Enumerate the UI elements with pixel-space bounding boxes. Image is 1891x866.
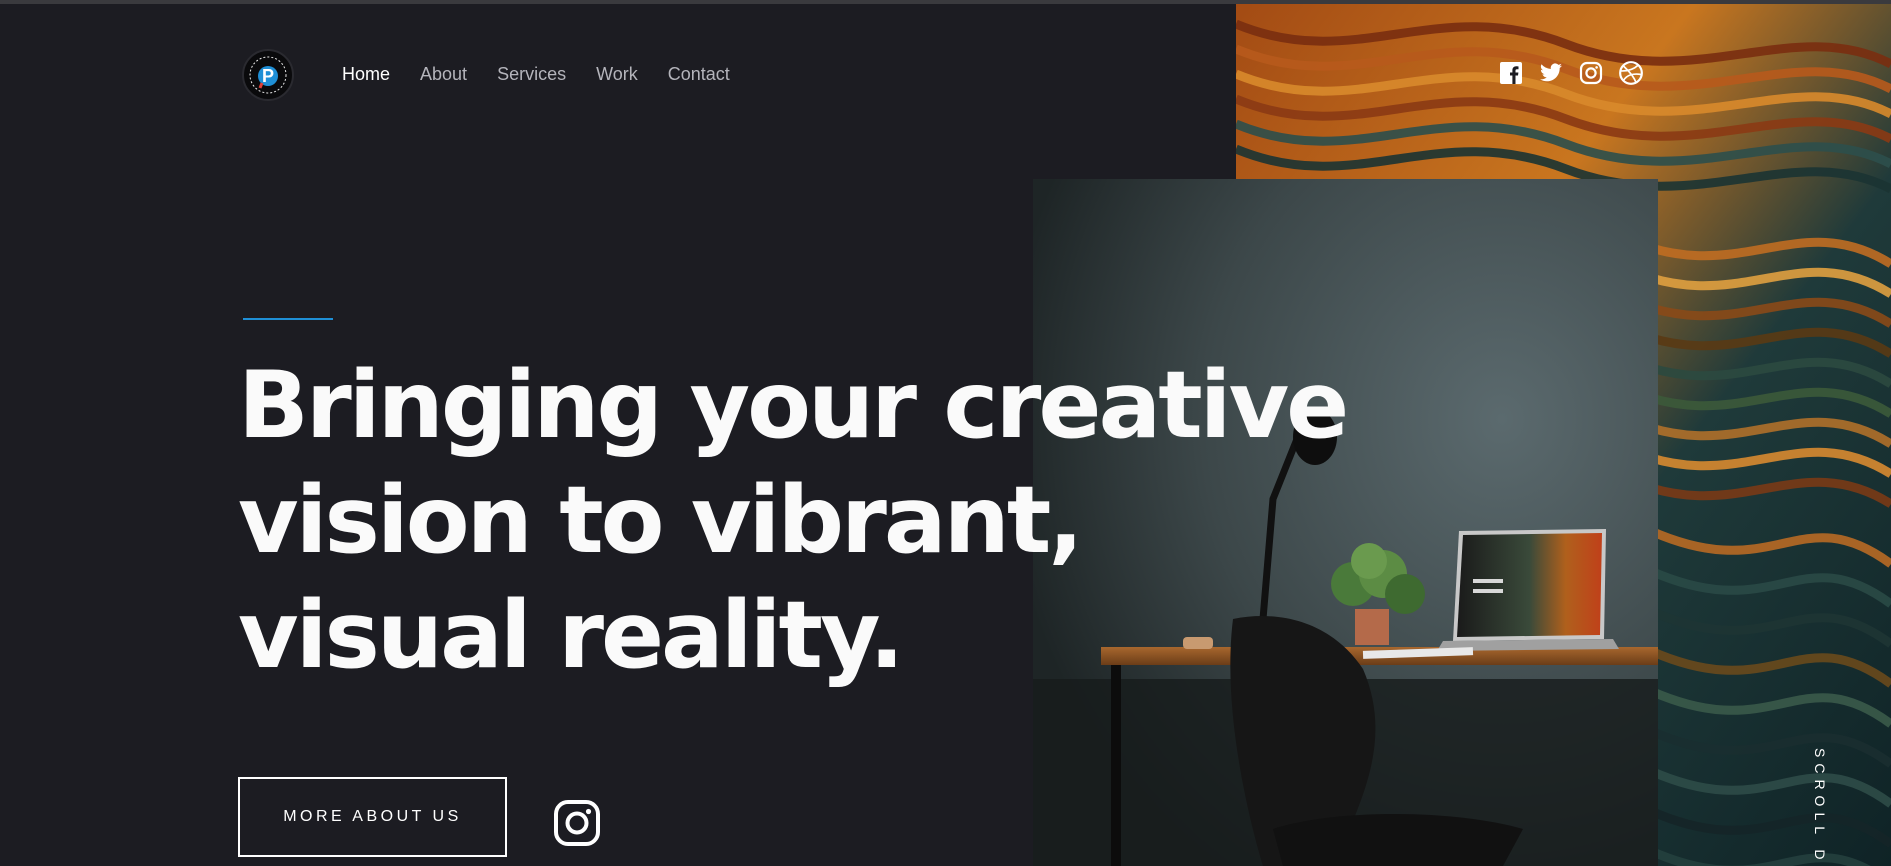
dribbble-icon[interactable] <box>1618 60 1644 86</box>
svg-text:P: P <box>262 66 274 86</box>
instagram-icon[interactable] <box>1578 60 1604 86</box>
logo-mark-icon: P <box>249 56 287 94</box>
headline-line-1: Bringing your creative <box>238 351 1349 459</box>
headline-line-2: vision to vibrant, <box>238 466 1084 574</box>
social-links <box>1498 60 1644 86</box>
nav-item-home[interactable]: Home <box>342 64 390 85</box>
nav-item-work[interactable]: Work <box>596 64 638 85</box>
twitter-icon[interactable] <box>1538 60 1564 86</box>
hero-headline: Bringing your creative vision to vibrant… <box>238 348 1349 693</box>
main-nav: Home About Services Work Contact <box>342 64 730 85</box>
nav-item-about[interactable]: About <box>420 64 467 85</box>
instagram-icon[interactable] <box>553 799 601 847</box>
nav-item-services[interactable]: Services <box>497 64 566 85</box>
headline-accent-line <box>243 318 333 320</box>
scroll-down-indicator[interactable]: SCROLL DO <box>1812 748 1828 866</box>
brand-logo[interactable]: P <box>242 49 294 101</box>
more-about-us-button[interactable]: MORE ABOUT US <box>238 777 507 857</box>
nav-item-contact[interactable]: Contact <box>668 64 730 85</box>
facebook-icon[interactable] <box>1498 60 1524 86</box>
headline-line-3: visual reality. <box>238 581 904 689</box>
